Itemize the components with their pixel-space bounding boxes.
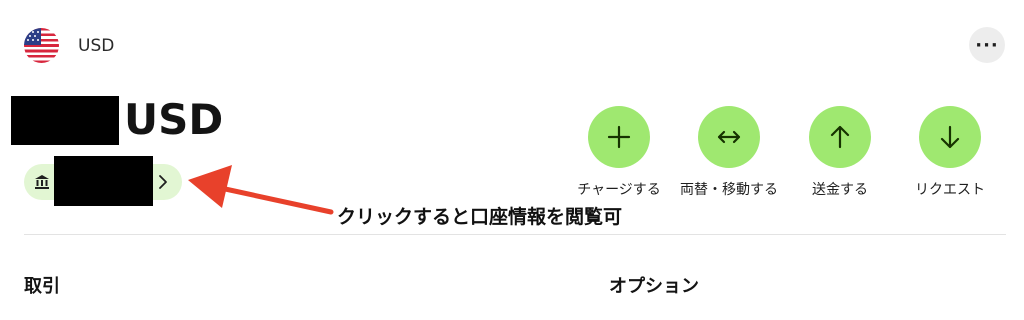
currency-code: USD bbox=[78, 36, 115, 56]
send-label: 送金する bbox=[812, 182, 868, 198]
request-button[interactable]: リクエスト bbox=[890, 106, 1010, 199]
redacted-balance-amount bbox=[11, 96, 119, 145]
plus-icon bbox=[588, 106, 650, 168]
divider bbox=[24, 234, 1006, 235]
convert-move-label: 両替・移動する bbox=[680, 182, 778, 198]
arrow-up-icon bbox=[809, 106, 871, 168]
swap-arrows-icon bbox=[698, 106, 760, 168]
send-button[interactable]: 送金する bbox=[780, 106, 900, 199]
request-label: リクエスト bbox=[915, 182, 985, 198]
transactions-heading: 取引 bbox=[24, 276, 60, 297]
chevron-right-icon bbox=[159, 175, 167, 189]
us-flag-icon bbox=[24, 28, 59, 63]
options-heading: オプション bbox=[609, 276, 699, 297]
topup-label: チャージする bbox=[577, 182, 661, 198]
convert-move-button[interactable]: 両替・移動する bbox=[669, 106, 789, 199]
annotation-arrow-icon bbox=[188, 165, 334, 215]
account-page: USD ··· USD チャージする 両替・移動する 送金する リクエスト クリ… bbox=[0, 0, 1024, 320]
arrow-down-icon bbox=[919, 106, 981, 168]
more-options-button[interactable]: ··· bbox=[969, 27, 1005, 63]
annotation-text: クリックすると口座情報を閲覧可 bbox=[337, 206, 623, 228]
bank-icon bbox=[35, 175, 49, 189]
redacted-account-number bbox=[54, 156, 153, 206]
balance-currency: USD bbox=[124, 95, 224, 144]
topup-button[interactable]: チャージする bbox=[559, 106, 679, 199]
